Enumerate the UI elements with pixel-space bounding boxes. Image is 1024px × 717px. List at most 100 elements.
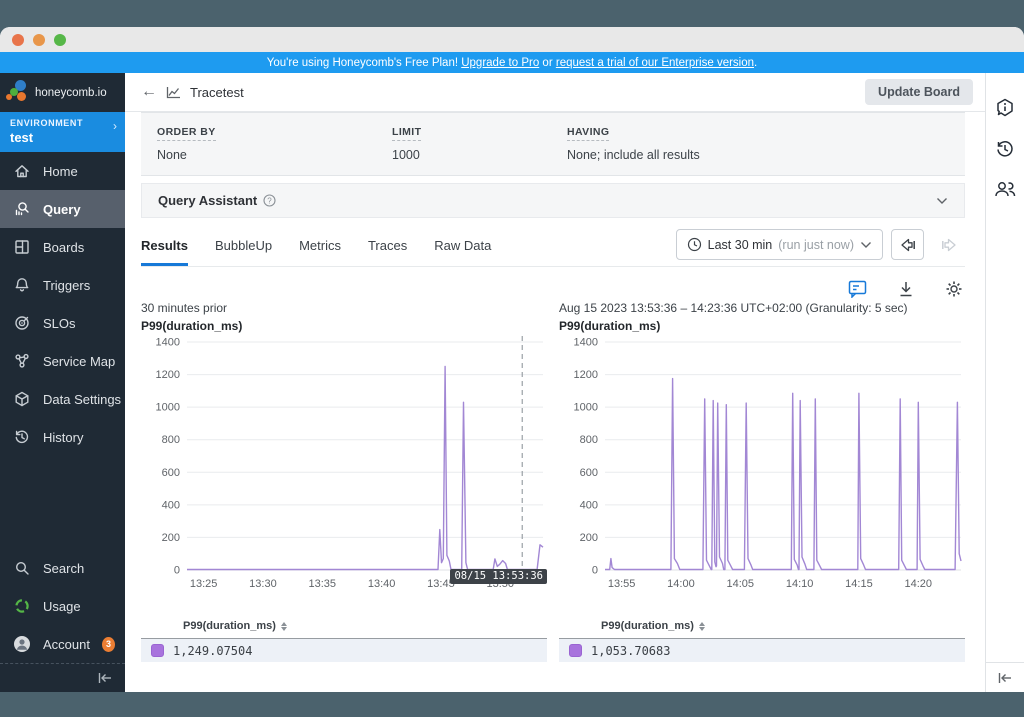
- timeseries-chart[interactable]: Aug 15 2023 13:53:36 – 14:23:36 UTC+02:0…: [559, 301, 965, 596]
- tab-raw-data[interactable]: Raw Data: [434, 223, 491, 266]
- having-column: HAVING None; include all results: [567, 122, 949, 162]
- account-icon: [13, 635, 31, 653]
- svg-text:1400: 1400: [574, 337, 598, 349]
- svg-text:200: 200: [162, 532, 180, 544]
- chevron-down-icon: [936, 197, 948, 205]
- svg-text:14:15: 14:15: [845, 578, 873, 590]
- sidebar-item-label: Boards: [43, 240, 84, 255]
- table-cell-value: 1,249.07504: [173, 644, 252, 658]
- tab-traces[interactable]: Traces: [368, 223, 407, 266]
- titlebar: [0, 27, 1024, 52]
- sidebar-item-triggers[interactable]: Triggers: [0, 266, 125, 304]
- honeycomb-logo[interactable]: honeycomb.io: [0, 73, 125, 112]
- svg-text:800: 800: [580, 434, 598, 446]
- collapse-left-icon: [997, 672, 1013, 684]
- svg-text:13:30: 13:30: [249, 578, 277, 590]
- svg-text:0: 0: [174, 565, 180, 577]
- table-column-header[interactable]: P99(duration_ms): [601, 620, 965, 632]
- chart-actions: [141, 267, 965, 300]
- data-settings-icon: [13, 390, 31, 408]
- logo-text: honeycomb.io: [35, 87, 107, 99]
- arrow-left-bar-icon: [899, 238, 917, 252]
- tab-metrics[interactable]: Metrics: [299, 223, 341, 266]
- minimize-window-icon[interactable]: [33, 34, 45, 46]
- rail-collapse-button[interactable]: [986, 662, 1024, 692]
- svg-text:400: 400: [580, 499, 598, 511]
- sidebar-item-search[interactable]: Search: [0, 549, 125, 587]
- board-header: ← Tracetest Update Board: [125, 73, 985, 112]
- results-table: P99(duration_ms) 1,053.70683: [559, 620, 965, 662]
- next-query-button[interactable]: [932, 229, 965, 260]
- enterprise-trial-link[interactable]: request a trial of our Enterprise versio…: [556, 57, 754, 69]
- sidebar: honeycomb.io ENVIRONMENT test › Home Quer…: [0, 73, 125, 692]
- tab-bubbleup[interactable]: BubbleUp: [215, 223, 272, 266]
- page-title: Tracetest: [190, 85, 244, 100]
- chart-title: Aug 15 2023 13:53:36 – 14:23:36 UTC+02:0…: [559, 301, 965, 317]
- svg-text:200: 200: [580, 532, 598, 544]
- svg-text:13:40: 13:40: [368, 578, 396, 590]
- time-range-hint: (run just now): [778, 238, 854, 252]
- sidebar-item-home[interactable]: Home: [0, 152, 125, 190]
- close-window-icon[interactable]: [12, 34, 24, 46]
- svg-text:?: ?: [268, 196, 273, 205]
- chart-plot[interactable]: 020040060080010001200140013:5514:0014:05…: [559, 334, 965, 596]
- triggers-icon: [13, 276, 31, 294]
- free-plan-banner: You're using Honeycomb's Free Plan! Upgr…: [0, 52, 1024, 73]
- svg-text:14:20: 14:20: [905, 578, 933, 590]
- limit-column: LIMIT 1000: [392, 122, 567, 162]
- clock-icon: [687, 237, 702, 252]
- chart-plot[interactable]: 020040060080010001200140013:2513:3013:35…: [141, 334, 547, 596]
- arrow-right-icon: [940, 238, 958, 252]
- sidebar-item-query[interactable]: Query: [0, 190, 125, 228]
- chart-y-axis-label: P99(duration_ms): [141, 319, 547, 334]
- query-assistant-panel[interactable]: Query Assistant ?: [141, 183, 965, 218]
- download-icon[interactable]: [897, 280, 915, 298]
- limit-label: LIMIT: [392, 126, 421, 141]
- upgrade-to-pro-link[interactable]: Upgrade to Pro: [461, 57, 539, 69]
- order-by-label: ORDER BY: [157, 126, 216, 141]
- previous-query-button[interactable]: [891, 229, 924, 260]
- svg-text:800: 800: [162, 434, 180, 446]
- cursor-time-tooltip: 08/15 13:53:36: [450, 569, 547, 584]
- sort-icon: [699, 622, 705, 631]
- table-row[interactable]: 1,053.70683: [559, 638, 965, 662]
- sidebar-item-service-map[interactable]: Service Map: [0, 342, 125, 380]
- series-swatch-icon: [151, 644, 164, 657]
- chart-title: 30 minutes prior: [141, 301, 547, 317]
- time-range-select[interactable]: Last 30 min (run just now): [676, 229, 883, 260]
- history-icon: [13, 428, 31, 446]
- sidebar-item-slos[interactable]: SLOs: [0, 304, 125, 342]
- environment-switcher[interactable]: ENVIRONMENT test ›: [0, 112, 125, 152]
- team-icon[interactable]: [993, 179, 1017, 199]
- sidebar-item-label: Query: [43, 202, 81, 217]
- help-circle-icon: ?: [263, 194, 276, 207]
- svg-text:14:00: 14:00: [667, 578, 695, 590]
- sidebar-item-data-settings[interactable]: Data Settings: [0, 380, 125, 418]
- account-badge: 3: [102, 637, 115, 652]
- info-icon[interactable]: [994, 97, 1016, 119]
- home-icon: [13, 162, 31, 180]
- sidebar-collapse-button[interactable]: [0, 663, 125, 692]
- svg-text:600: 600: [580, 467, 598, 479]
- history-icon[interactable]: [994, 138, 1016, 160]
- table-column-header[interactable]: P99(duration_ms): [183, 620, 547, 632]
- sidebar-item-boards[interactable]: Boards: [0, 228, 125, 266]
- honeycomb-logo-icon: [6, 79, 32, 107]
- banner-text: or: [539, 57, 556, 69]
- sidebar-item-history[interactable]: History: [0, 418, 125, 456]
- chart-y-axis-label: P99(duration_ms): [559, 319, 965, 334]
- annotation-comment-icon[interactable]: [848, 280, 867, 298]
- environment-label: ENVIRONMENT: [10, 118, 117, 128]
- having-label: HAVING: [567, 126, 609, 141]
- sidebar-item-usage[interactable]: Usage: [0, 587, 125, 625]
- table-row[interactable]: 1,249.07504: [141, 638, 547, 662]
- query-summary-panel[interactable]: ORDER BY None LIMIT 1000 HAVING None; in…: [141, 112, 965, 176]
- sidebar-item-account[interactable]: Account3: [0, 625, 125, 663]
- back-arrow-icon[interactable]: ←: [141, 84, 157, 100]
- zoom-window-icon[interactable]: [54, 34, 66, 46]
- limit-value: 1000: [392, 148, 567, 162]
- gear-icon[interactable]: [945, 280, 963, 298]
- tab-results[interactable]: Results: [141, 223, 188, 266]
- update-board-button[interactable]: Update Board: [865, 79, 973, 105]
- timeseries-chart[interactable]: 30 minutes priorP99(duration_ms)02004006…: [141, 301, 547, 596]
